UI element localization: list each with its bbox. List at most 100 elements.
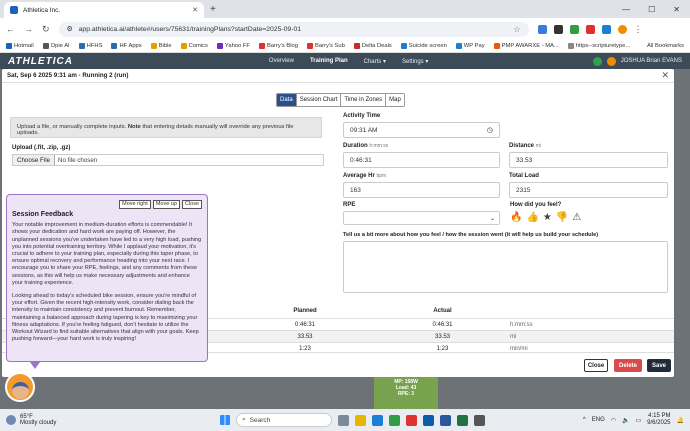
- bookmark-item[interactable]: Barry's Blog: [258, 43, 298, 49]
- nav-right: JOSHUA Brian EVANS: [592, 56, 682, 66]
- choose-file-button[interactable]: Choose File: [13, 155, 56, 165]
- new-tab-button[interactable]: +: [210, 4, 216, 15]
- weather-widget[interactable]: 65°F Mostly cloudy: [6, 414, 56, 426]
- nav-charts[interactable]: Charts ▾: [364, 58, 386, 65]
- app-icon[interactable]: [474, 414, 485, 426]
- bookmark-item[interactable]: Barry's Sub: [307, 43, 345, 49]
- feedback-close-button[interactable]: Close: [181, 200, 202, 209]
- star-icon[interactable]: ★: [543, 212, 552, 223]
- status-check-icon[interactable]: [592, 56, 602, 66]
- calendar-session-block[interactable]: MP: 158W Load: 43 RPE: 3: [374, 377, 438, 409]
- activity-time-input[interactable]: 09:31 AM ◷: [343, 122, 500, 138]
- taskbar-search[interactable]: ⌕ Search: [236, 413, 332, 427]
- col-planned: Planned: [293, 308, 317, 314]
- upload-note: Upload a file, or manually complete inpu…: [10, 117, 322, 138]
- tab-session-chart[interactable]: Session Chart: [296, 94, 342, 106]
- user-name[interactable]: JOSHUA Brian EVANS: [621, 58, 682, 64]
- bookmark-item[interactable]: Delta Deals: [353, 43, 392, 49]
- chevron-up-icon[interactable]: ^: [583, 417, 586, 423]
- windows-start-icon[interactable]: [220, 415, 230, 425]
- word-icon[interactable]: [440, 414, 451, 426]
- close-button[interactable]: Close: [584, 359, 608, 372]
- bookmark-item[interactable]: HFHS: [78, 43, 102, 49]
- file-upload-input[interactable]: Choose File No file chosen: [12, 154, 324, 166]
- session-notes-textarea[interactable]: [343, 241, 668, 293]
- move-right-button[interactable]: Move right: [119, 200, 151, 209]
- thumbs-up-icon[interactable]: 👍: [526, 212, 538, 223]
- modal-close-icon[interactable]: ✕: [661, 70, 669, 81]
- distance-input[interactable]: 33.53: [509, 152, 668, 168]
- move-up-button[interactable]: Move up: [152, 200, 180, 209]
- site-info-icon[interactable]: ⚙: [67, 25, 73, 33]
- avg-hr-input[interactable]: 163: [343, 182, 500, 198]
- bookmark-star-icon[interactable]: ☆: [513, 25, 520, 34]
- thumbs-down-icon[interactable]: 👎: [556, 212, 568, 223]
- user-avatar[interactable]: [606, 56, 616, 66]
- duration-input[interactable]: 0:46:31: [343, 152, 500, 168]
- language-indicator[interactable]: ENG: [592, 417, 605, 423]
- extension-icon[interactable]: [601, 24, 611, 34]
- menu-icon[interactable]: ⋮: [634, 24, 643, 35]
- athletica-favicon-icon: [10, 6, 18, 14]
- close-window-icon[interactable]: ✕: [673, 5, 680, 14]
- nav-settings[interactable]: Settings ▾: [402, 58, 428, 65]
- close-tab-icon[interactable]: ✕: [192, 6, 198, 14]
- excel-icon[interactable]: [457, 414, 468, 426]
- minimize-icon[interactable]: —: [622, 5, 630, 14]
- bookmark-item[interactable]: Hotmail: [6, 43, 34, 49]
- task-view-icon[interactable]: [338, 414, 349, 426]
- extension-icon[interactable]: [569, 24, 579, 34]
- browser-tab[interactable]: Athletica Inc. ✕: [4, 2, 204, 18]
- bookmark-item[interactable]: Comics: [180, 43, 208, 49]
- app-icon[interactable]: [406, 414, 417, 426]
- bookmark-item[interactable]: Bible: [150, 43, 172, 49]
- reload-icon[interactable]: ↻: [42, 24, 50, 35]
- delete-button[interactable]: Delete: [614, 359, 642, 372]
- nav-overview[interactable]: Overview: [269, 58, 294, 65]
- edge-icon[interactable]: [372, 414, 383, 426]
- volume-icon[interactable]: 🔈: [622, 417, 629, 424]
- fire-icon[interactable]: 🔥: [510, 212, 522, 223]
- outlook-icon[interactable]: [423, 414, 434, 426]
- bookmark-item[interactable]: Suicide screen: [400, 43, 447, 49]
- tab-time-in-zones[interactable]: Time in Zones: [341, 94, 387, 106]
- rpe-label: RPE: [343, 202, 356, 208]
- rpe-select[interactable]: ⌄: [343, 211, 500, 225]
- bookmark-item[interactable]: Yahoo FF: [216, 43, 250, 49]
- window-controls: — ☐ ✕: [622, 5, 690, 14]
- address-bar-row: ← → ↻ ⚙ app.athletica.ai/athlete#/users/…: [0, 18, 690, 40]
- clock-icon[interactable]: ◷: [487, 126, 493, 134]
- all-bookmarks[interactable]: All Bookmarks: [647, 43, 684, 49]
- save-button[interactable]: Save: [647, 359, 671, 372]
- bookmark-item[interactable]: WP Pay: [455, 43, 485, 49]
- wifi-icon[interactable]: ◠: [611, 417, 616, 424]
- back-icon[interactable]: ←: [6, 24, 15, 34]
- tab-map[interactable]: Map: [386, 94, 404, 106]
- extension-icon[interactable]: [585, 24, 595, 34]
- bookmark-item[interactable]: PMP AWARXE - MA...: [493, 43, 559, 49]
- modal-tabs: Data Session Chart Time in Zones Map: [276, 93, 405, 107]
- chrome-icon[interactable]: [389, 414, 400, 426]
- extension-icon[interactable]: [537, 24, 547, 34]
- coach-avatar[interactable]: [5, 372, 35, 402]
- bookmark-item[interactable]: HF Apps: [111, 43, 142, 49]
- col-actual: Actual: [433, 308, 452, 314]
- forward-icon[interactable]: →: [24, 24, 33, 34]
- total-load-input[interactable]: 2315: [509, 182, 668, 198]
- file-explorer-icon[interactable]: [355, 414, 366, 426]
- warning-icon[interactable]: ⚠: [572, 212, 581, 223]
- bookmark-item[interactable]: https--scripturetype...: [567, 43, 630, 49]
- feedback-controls: Move right Move up Close: [119, 200, 202, 209]
- taskbar-clock[interactable]: 4:15 PM 9/6/2025: [647, 413, 670, 427]
- nav-training-plan[interactable]: Training Plan: [310, 58, 348, 65]
- cloud-icon: [6, 415, 16, 425]
- profile-icon[interactable]: [617, 24, 627, 34]
- url-bar[interactable]: ⚙ app.athletica.ai/athlete#/users/75631/…: [58, 21, 529, 37]
- tab-title: Athletica Inc.: [23, 6, 61, 14]
- bookmark-item[interactable]: Opie AI: [42, 43, 70, 49]
- tab-data[interactable]: Data: [277, 94, 297, 106]
- maximize-icon[interactable]: ☐: [648, 5, 655, 14]
- battery-icon[interactable]: ▭: [635, 417, 641, 424]
- extension-icon[interactable]: [553, 24, 563, 34]
- notification-icon[interactable]: 🔔: [677, 417, 684, 424]
